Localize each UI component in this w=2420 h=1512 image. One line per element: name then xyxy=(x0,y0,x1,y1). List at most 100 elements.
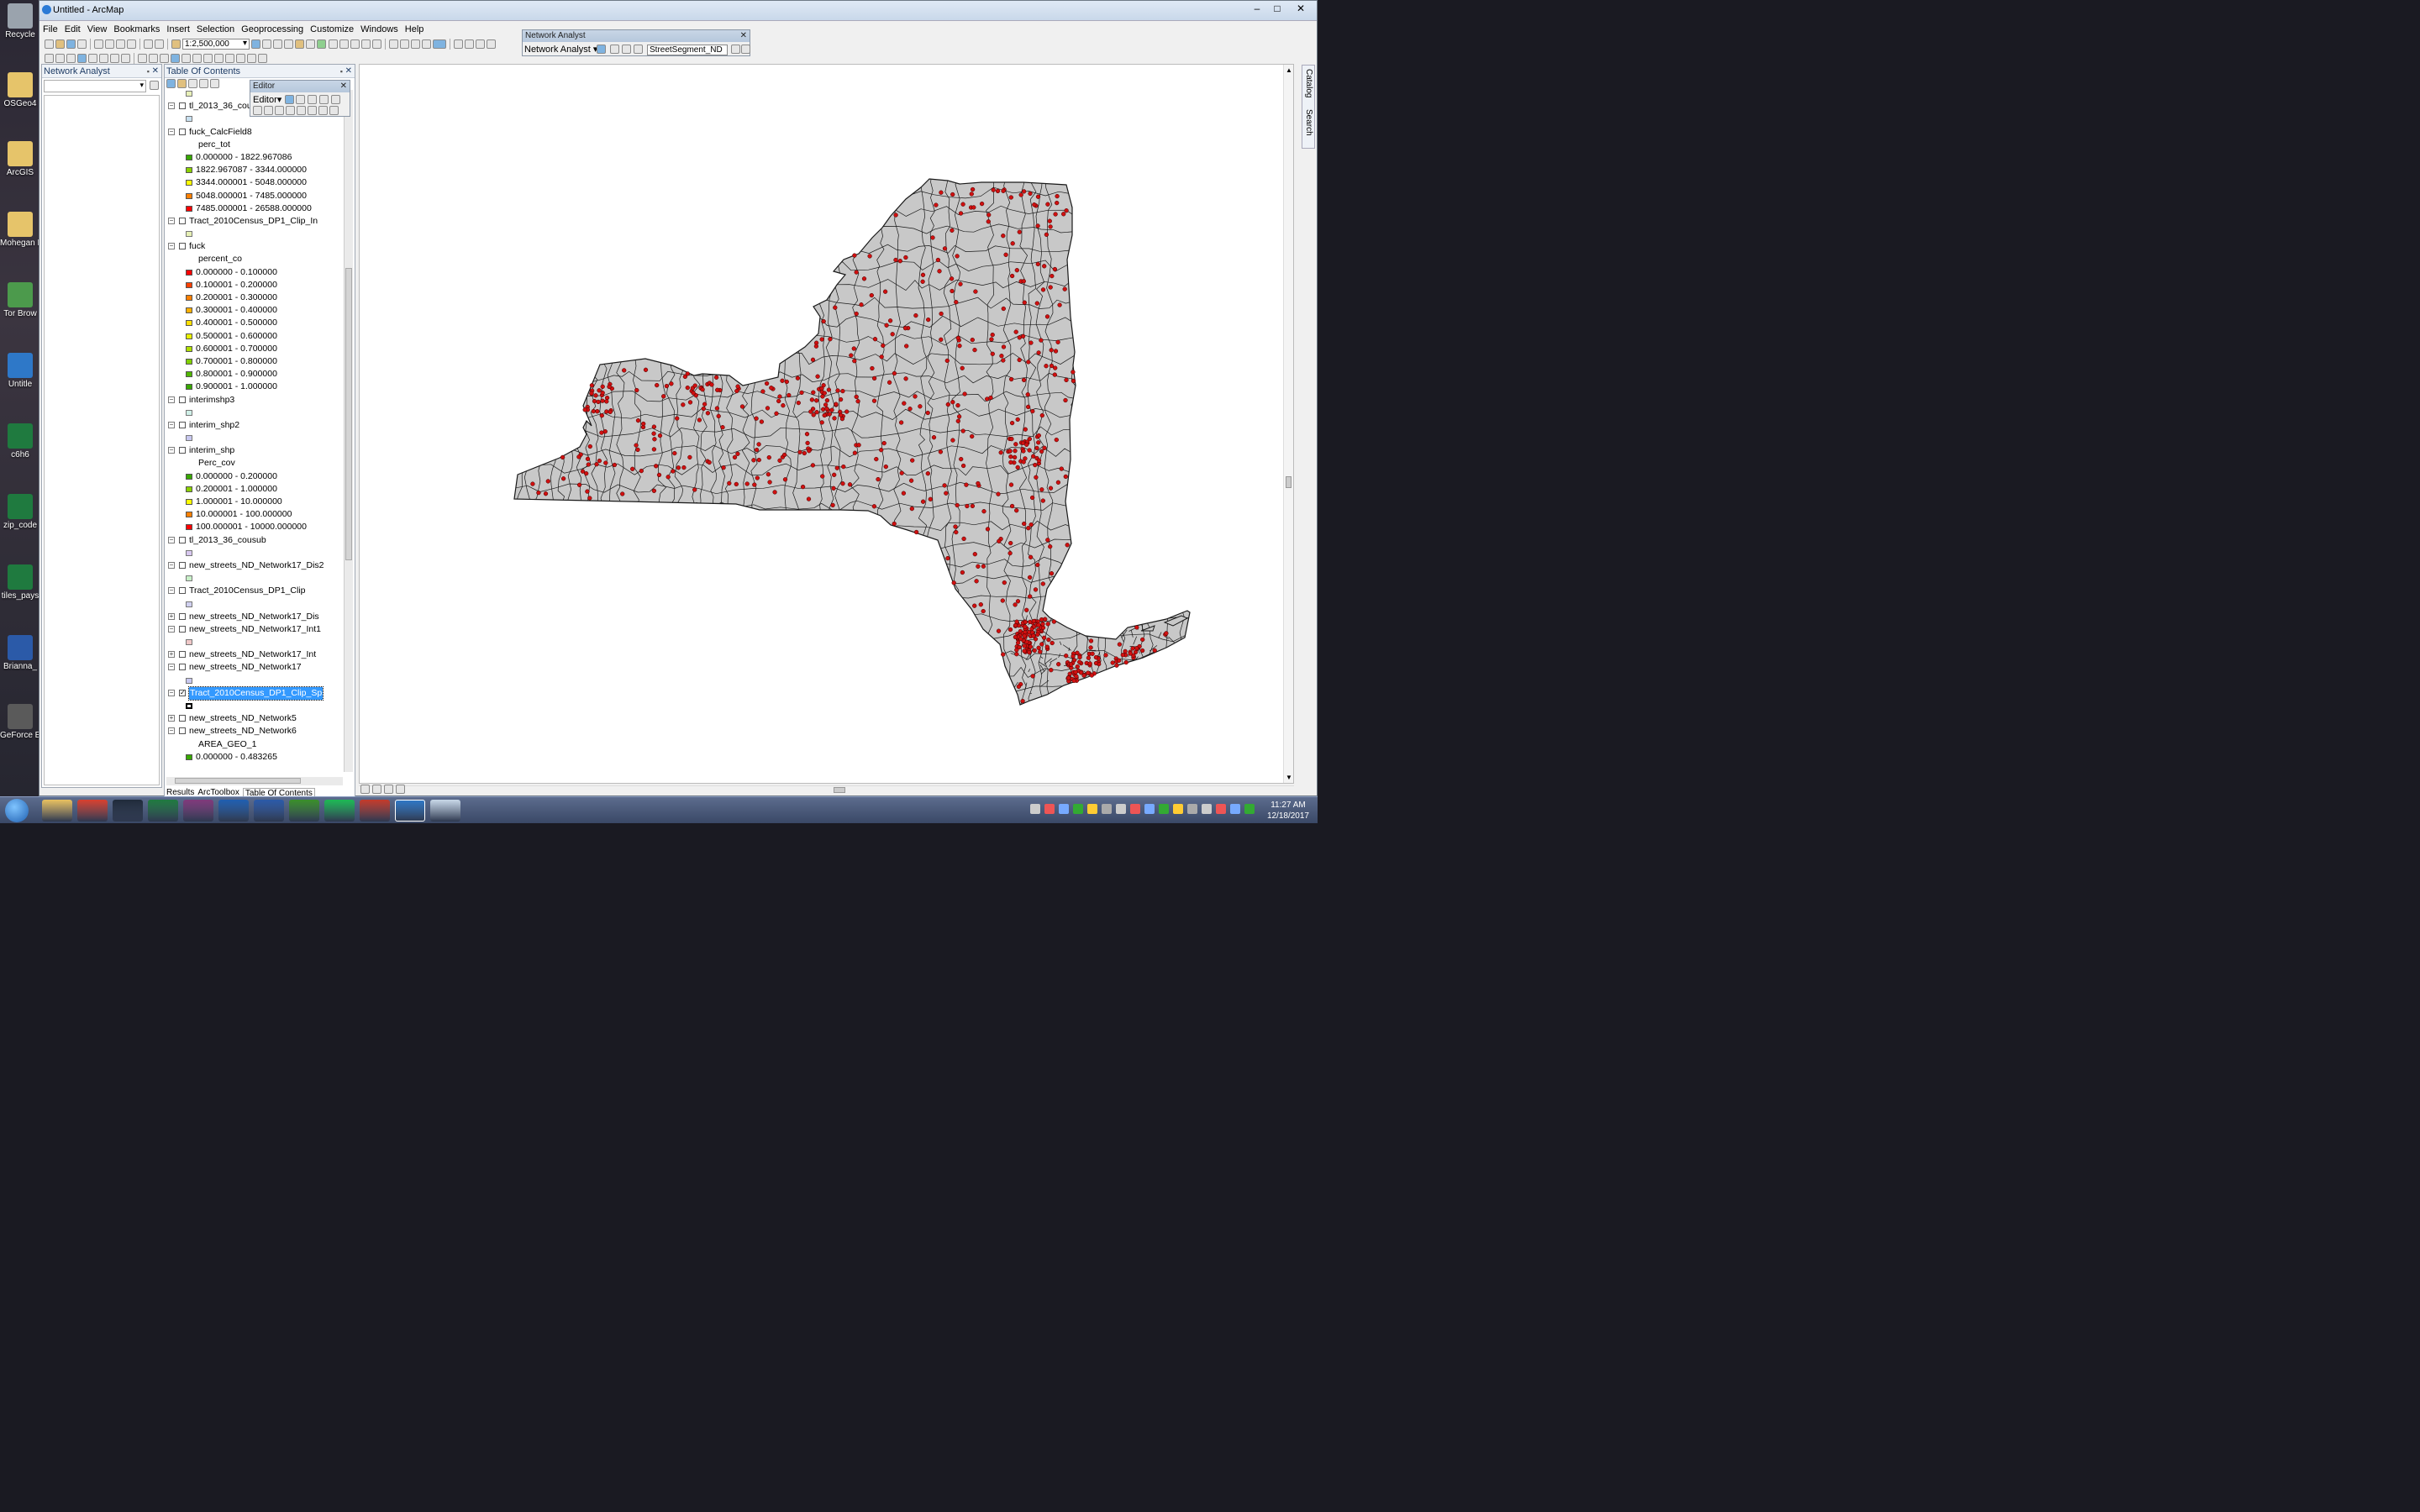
facility-point[interactable] xyxy=(1033,587,1039,592)
facility-point[interactable] xyxy=(1001,188,1006,193)
paste-icon[interactable] xyxy=(116,39,125,49)
toc-layer[interactable]: − new_streets_ND_Network17_Int1 xyxy=(168,623,338,636)
facility-point[interactable] xyxy=(1068,662,1074,667)
arctoolbox-icon[interactable] xyxy=(295,39,304,49)
spotify-icon[interactable] xyxy=(324,800,355,822)
facility-point[interactable] xyxy=(961,536,966,542)
desktop-icon[interactable]: tiles_pays xyxy=(0,564,40,601)
facility-point[interactable] xyxy=(976,564,981,569)
facility-point[interactable] xyxy=(859,302,864,307)
facility-point[interactable] xyxy=(1077,659,1082,664)
facility-point[interactable] xyxy=(1020,698,1025,704)
facility-point[interactable] xyxy=(920,272,926,277)
facility-point[interactable] xyxy=(1034,475,1039,480)
facility-point[interactable] xyxy=(1049,348,1054,353)
facility-point[interactable] xyxy=(995,188,1001,194)
facility-point[interactable] xyxy=(806,496,812,501)
facility-point[interactable] xyxy=(595,409,600,414)
facility-point[interactable] xyxy=(1017,357,1022,363)
pan-icon[interactable] xyxy=(66,53,76,63)
facility-point[interactable] xyxy=(1021,279,1026,284)
facility-point[interactable] xyxy=(1001,234,1006,239)
facility-point[interactable] xyxy=(1008,454,1013,459)
facility-point[interactable] xyxy=(829,407,834,412)
facility-point[interactable] xyxy=(1055,339,1060,344)
new-icon[interactable] xyxy=(45,39,54,49)
facility-point[interactable] xyxy=(918,404,923,409)
facility-point[interactable] xyxy=(890,332,895,337)
layer-name[interactable]: new_streets_ND_Network17 xyxy=(189,661,302,674)
class-color-swatch[interactable] xyxy=(186,154,192,160)
facility-point[interactable] xyxy=(986,219,991,224)
facility-point[interactable] xyxy=(754,416,759,421)
facility-point[interactable] xyxy=(1021,377,1027,383)
facility-point[interactable] xyxy=(780,378,785,383)
facility-point[interactable] xyxy=(651,431,656,436)
facility-point[interactable] xyxy=(652,437,657,442)
facility-point[interactable] xyxy=(721,465,726,470)
facility-point[interactable] xyxy=(1036,350,1041,355)
html-popup-icon[interactable] xyxy=(192,53,202,63)
facility-point[interactable] xyxy=(810,357,816,362)
layer-name[interactable]: new_streets_ND_Network6 xyxy=(189,725,297,738)
class-color-swatch[interactable] xyxy=(186,499,192,505)
facility-point[interactable] xyxy=(1014,652,1019,657)
facility-point[interactable] xyxy=(851,346,856,351)
facility-point[interactable] xyxy=(1088,638,1094,643)
facility-point[interactable] xyxy=(786,392,792,398)
facility-point[interactable] xyxy=(871,398,877,403)
facility-point[interactable] xyxy=(847,482,853,487)
layout-view-icon[interactable] xyxy=(372,785,381,794)
attributes-icon[interactable] xyxy=(308,106,317,115)
facility-point[interactable] xyxy=(720,425,725,430)
class-color-swatch[interactable] xyxy=(186,192,192,199)
facility-point[interactable] xyxy=(1008,195,1013,200)
class-color-swatch[interactable] xyxy=(186,486,192,492)
desktop-icon[interactable]: Brianna_ xyxy=(0,635,40,671)
facility-point[interactable] xyxy=(1013,602,1018,607)
facility-point[interactable] xyxy=(1093,654,1099,660)
select-elements-icon[interactable] xyxy=(160,53,169,63)
facility-point[interactable] xyxy=(1028,554,1034,559)
layer-visibility-checkbox[interactable] xyxy=(179,715,186,722)
facility-point[interactable] xyxy=(1059,466,1064,471)
back-extent-icon[interactable] xyxy=(110,53,119,63)
facility-point[interactable] xyxy=(960,463,966,469)
facility-point[interactable] xyxy=(872,337,878,342)
class-color-swatch[interactable] xyxy=(186,333,192,339)
facility-point[interactable] xyxy=(964,482,969,487)
tray-icon[interactable] xyxy=(1130,804,1140,814)
python-icon[interactable] xyxy=(306,39,315,49)
toc-layer[interactable]: − new_streets_ND_Network17 xyxy=(168,661,338,674)
facility-point[interactable] xyxy=(804,432,810,437)
layer-visibility-checkbox[interactable] xyxy=(179,587,186,595)
facility-point[interactable] xyxy=(1074,674,1079,679)
facility-point[interactable] xyxy=(1035,261,1040,267)
layer-name[interactable]: fuck xyxy=(189,240,205,253)
facility-point[interactable] xyxy=(1023,619,1028,625)
facility-point[interactable] xyxy=(824,406,829,412)
facility-point[interactable] xyxy=(774,411,779,416)
facility-point[interactable] xyxy=(956,414,962,419)
facility-point[interactable] xyxy=(1009,420,1015,426)
facility-point[interactable] xyxy=(1008,540,1013,546)
desktop-icon[interactable]: ArcGIS xyxy=(0,141,40,177)
facility-point[interactable] xyxy=(973,289,978,294)
facility-point[interactable] xyxy=(810,407,816,412)
facility-point[interactable] xyxy=(1033,462,1038,468)
straight-segment-icon[interactable] xyxy=(308,95,317,104)
facility-point[interactable] xyxy=(981,509,986,514)
minimize-button[interactable]: – xyxy=(1248,3,1266,16)
class-color-swatch[interactable] xyxy=(186,205,192,212)
facility-point[interactable] xyxy=(715,387,720,392)
desktop-icon[interactable]: Untitle xyxy=(0,353,40,389)
forward-extent-icon[interactable] xyxy=(121,53,130,63)
toc-horizontal-scrollbar[interactable] xyxy=(166,777,343,785)
facility-point[interactable] xyxy=(960,570,965,575)
facility-point[interactable] xyxy=(675,416,680,421)
maximize-button[interactable]: □ xyxy=(1268,3,1286,16)
facility-point[interactable] xyxy=(655,382,660,388)
facility-point[interactable] xyxy=(844,409,850,414)
tray-icon[interactable] xyxy=(1030,804,1040,814)
layout-tool-icon[interactable] xyxy=(476,39,485,49)
